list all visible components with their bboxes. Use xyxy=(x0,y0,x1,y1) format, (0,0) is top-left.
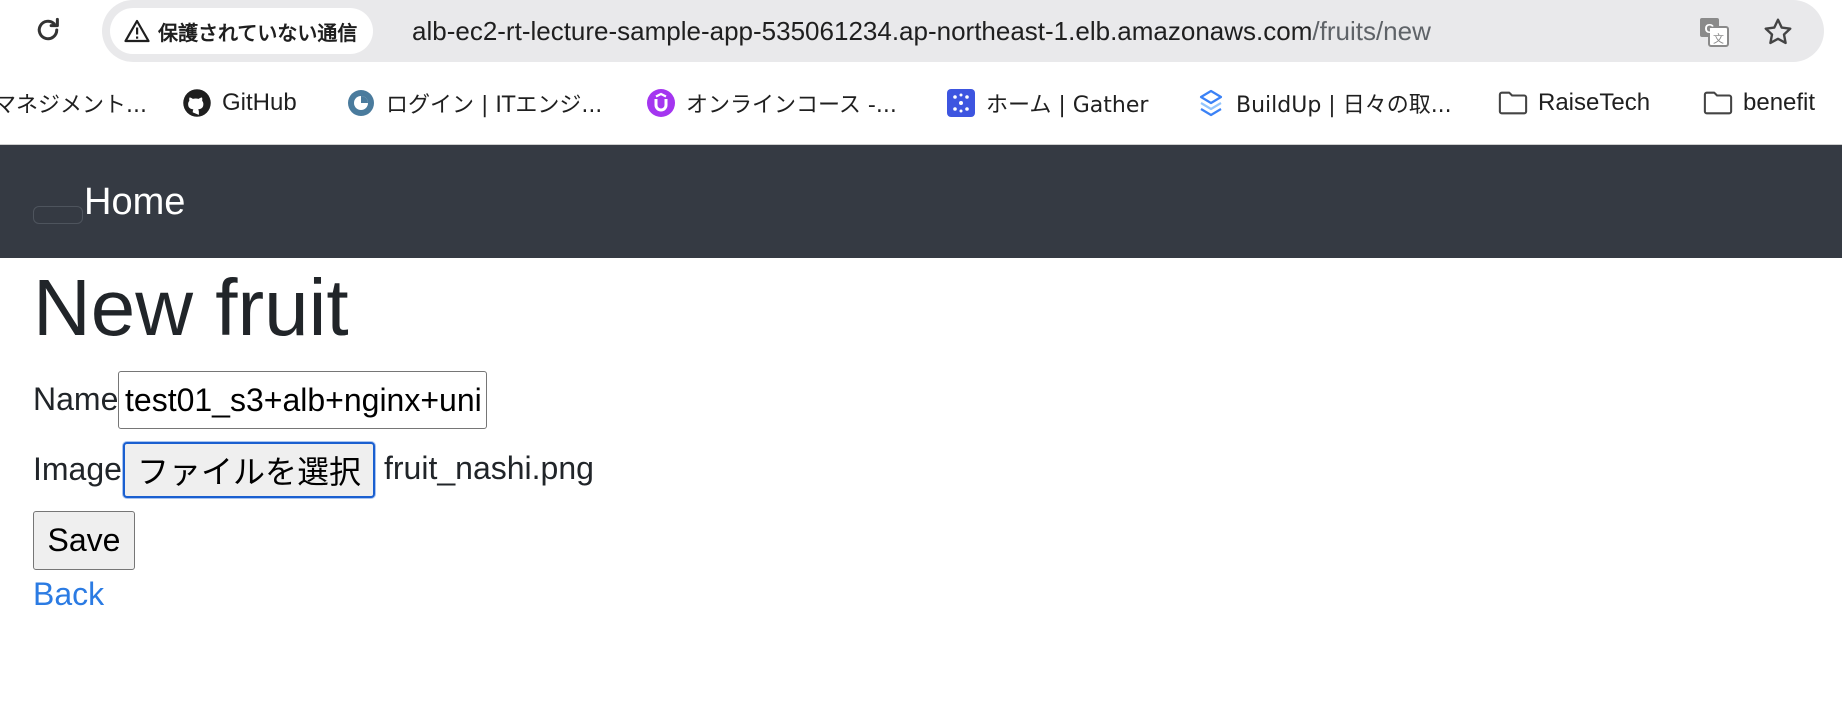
buildup-icon xyxy=(1196,88,1226,118)
star-icon[interactable] xyxy=(1760,14,1796,50)
bookmark-label: ホーム | Gather xyxy=(986,93,1149,118)
browser-chrome: 保護されていない通信 alb-ec2-rt-lecture-sample-app… xyxy=(0,0,1842,145)
reload-icon[interactable] xyxy=(30,12,66,48)
folder-icon xyxy=(1703,88,1733,118)
bookmark-label: BuildUp | 日々の取... xyxy=(1236,93,1452,118)
choose-file-button[interactable]: ファイルを選択 xyxy=(123,442,375,498)
security-chip[interactable]: 保護されていない通信 xyxy=(110,8,374,54)
bookmark-label: マネジメント... xyxy=(0,93,147,118)
translate-icon[interactable]: G文 xyxy=(1696,14,1732,50)
save-button[interactable]: Save xyxy=(33,511,135,570)
bookmark-item-buildup[interactable]: BuildUp | 日々の取... xyxy=(1196,82,1452,124)
bookmark-label: benefit xyxy=(1743,89,1816,116)
selected-file-name: fruit_nashi.png xyxy=(384,450,594,486)
site-logo-icon xyxy=(346,88,376,118)
name-input[interactable] xyxy=(118,371,487,429)
bookmark-label: オンラインコース -... xyxy=(686,93,897,118)
navbar: Home xyxy=(0,145,1842,258)
bookmark-folder-benefit[interactable]: benefit xyxy=(1703,82,1815,124)
back-link[interactable]: Back xyxy=(33,576,104,613)
bookmark-label: RaiseTech xyxy=(1538,89,1651,116)
bookmark-item-gather[interactable]: ホーム | Gather xyxy=(946,82,1148,124)
page-title: New fruit xyxy=(33,263,349,352)
url-host: alb-ec2-rt-lecture-sample-app-535061234.… xyxy=(412,16,1313,46)
home-link[interactable]: Home xyxy=(84,181,185,224)
image-label: Image xyxy=(33,451,122,487)
bookmark-label: GitHub xyxy=(222,89,297,116)
svg-text:文: 文 xyxy=(1713,32,1724,46)
warning-icon xyxy=(124,19,150,43)
bookmark-item-udemy[interactable]: オンラインコース -... xyxy=(646,82,897,124)
security-label: 保護されていない通信 xyxy=(158,20,358,45)
bookmark-folder-raisetech[interactable]: RaiseTech xyxy=(1498,82,1650,124)
bookmark-label: ログイン | ITエンジ... xyxy=(386,93,603,118)
bookmarks-bar: マネジメント... GitHub ログイン | ITエンジ... オンラインコー… xyxy=(0,82,1842,124)
url-text[interactable]: alb-ec2-rt-lecture-sample-app-535061234.… xyxy=(412,0,1431,62)
folder-icon xyxy=(1498,88,1528,118)
github-icon xyxy=(182,88,212,118)
bookmark-item[interactable]: マネジメント... xyxy=(0,82,147,124)
name-label: Name xyxy=(33,381,119,417)
bookmark-item-login[interactable]: ログイン | ITエンジ... xyxy=(346,82,602,124)
address-bar[interactable]: 保護されていない通信 alb-ec2-rt-lecture-sample-app… xyxy=(102,0,1824,62)
gather-icon xyxy=(946,88,976,118)
bookmark-item-github[interactable]: GitHub xyxy=(182,82,297,124)
navbar-toggler-button[interactable] xyxy=(33,206,83,224)
url-path: /fruits/new xyxy=(1312,16,1431,46)
udemy-icon xyxy=(646,88,676,118)
